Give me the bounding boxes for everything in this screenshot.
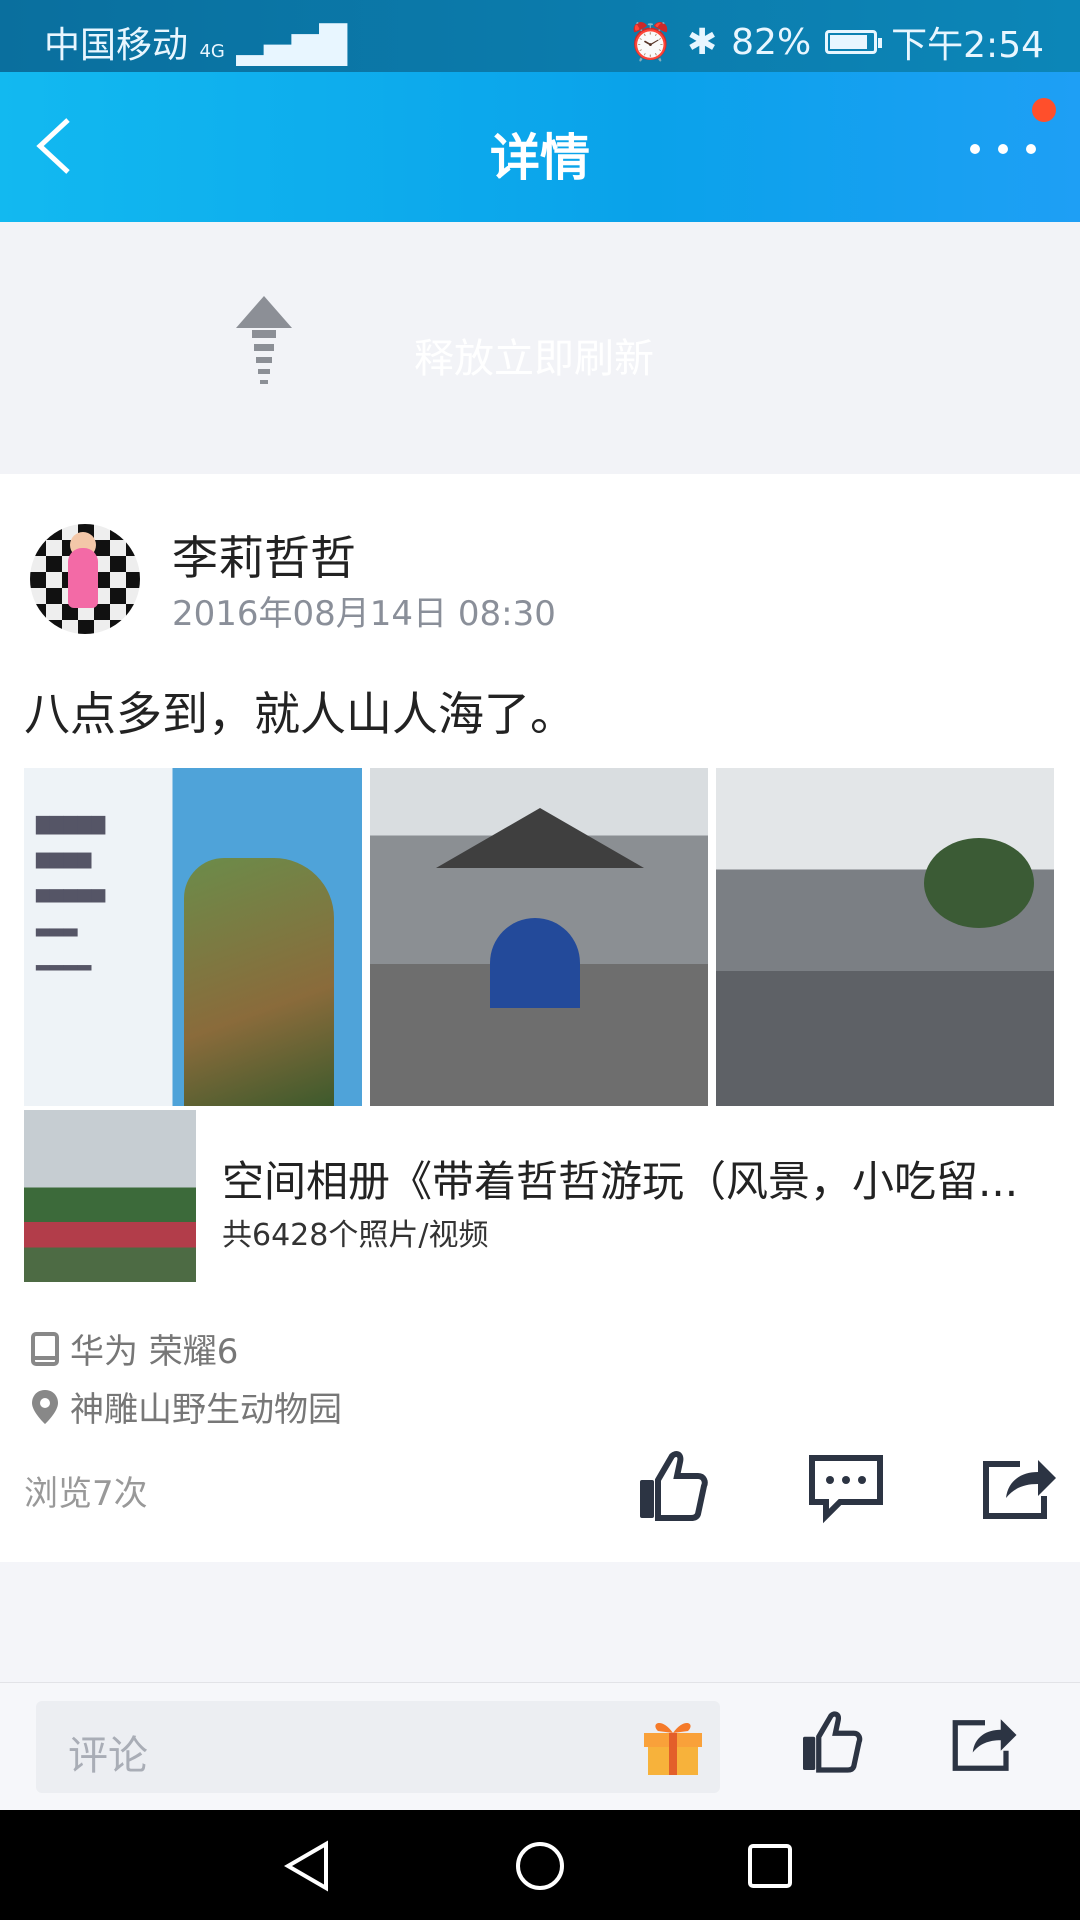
location-label: 神雕山野生动物园 bbox=[70, 1390, 342, 1430]
nav-home-icon[interactable] bbox=[514, 1840, 566, 1892]
nav-recent-icon[interactable] bbox=[746, 1842, 794, 1890]
nav-back-icon[interactable] bbox=[282, 1840, 332, 1892]
post-content: 八点多到，就人山人海了。 bbox=[24, 687, 576, 741]
location-icon bbox=[32, 1389, 58, 1424]
battery-label: 82% bbox=[731, 21, 812, 63]
pull-refresh-area: 释放立即刷新 bbox=[0, 222, 1080, 474]
photo-2[interactable] bbox=[370, 768, 708, 1106]
gift-icon[interactable] bbox=[640, 1715, 706, 1777]
album-thumbnail bbox=[24, 1110, 196, 1282]
share-button[interactable] bbox=[980, 1446, 1060, 1526]
signal-icon: ▂▄▆█ bbox=[236, 25, 348, 66]
device-icon bbox=[31, 1331, 59, 1366]
share-icon bbox=[983, 1460, 1056, 1519]
bluetooth-icon: ✱ bbox=[686, 21, 718, 63]
more-button[interactable] bbox=[970, 144, 1036, 154]
alarm-icon: ⏰ bbox=[628, 22, 673, 63]
refresh-text: 释放立即刷新 bbox=[414, 336, 654, 382]
system-nav-bar bbox=[0, 1810, 1080, 1920]
refresh-arrow-icon bbox=[236, 296, 292, 384]
status-bar: 中国移动 4G ▂▄▆█ ⏰ ✱ 82% 下午2:54 bbox=[0, 0, 1080, 72]
comment-placeholder: 评论 bbox=[68, 1733, 148, 1779]
location-row[interactable]: 神雕山野生动物园 bbox=[30, 1382, 342, 1431]
comment-button[interactable] bbox=[806, 1446, 886, 1526]
photo-1[interactable]: ▇▇▇▇▇ ▆▆▆▆ ▅▅▅▅▅ ▃▃▃ ▂▂▂▂ bbox=[24, 768, 362, 1106]
album-count: 共6428个照片/视频 bbox=[222, 1218, 489, 1253]
comment-input[interactable]: 评论 bbox=[36, 1701, 720, 1793]
notification-dot bbox=[1032, 98, 1056, 122]
share-icon-bottom[interactable] bbox=[950, 1707, 1020, 1777]
comment-icon bbox=[809, 1455, 883, 1524]
device-label: 华为 荣耀6 bbox=[70, 1332, 239, 1372]
more-icon bbox=[970, 144, 980, 154]
avatar[interactable] bbox=[30, 524, 140, 634]
comment-bar: 评论 bbox=[0, 1682, 1080, 1811]
network-label: 4G bbox=[199, 41, 225, 62]
like-icon-bottom[interactable] bbox=[796, 1707, 866, 1777]
battery-icon bbox=[825, 30, 883, 54]
photo-3[interactable] bbox=[716, 768, 1054, 1106]
clock: 下午2:54 bbox=[891, 25, 1044, 66]
like-button[interactable] bbox=[632, 1446, 712, 1526]
carrier-label: 中国移动 bbox=[44, 25, 189, 66]
username[interactable]: 李莉哲哲 bbox=[172, 522, 356, 588]
page-title: 详情 bbox=[490, 129, 590, 187]
view-count: 浏览7次 bbox=[24, 1474, 148, 1514]
device-row: 华为 荣耀6 bbox=[30, 1324, 238, 1373]
album-name: 空间相册《带着哲哲游玩（风景，小吃留... bbox=[222, 1157, 1019, 1206]
like-icon bbox=[640, 1451, 708, 1521]
album-link[interactable]: 空间相册《带着哲哲游玩（风景，小吃留... 共6428个照片/视频 bbox=[24, 1110, 1056, 1282]
title-bar: 详情 bbox=[0, 72, 1080, 222]
post-timestamp: 2016年08月14日 08:30 bbox=[172, 594, 556, 634]
post-card: 李莉哲哲 2016年08月14日 08:30 八点多到，就人山人海了。 ▇▇▇▇… bbox=[0, 474, 1080, 1562]
